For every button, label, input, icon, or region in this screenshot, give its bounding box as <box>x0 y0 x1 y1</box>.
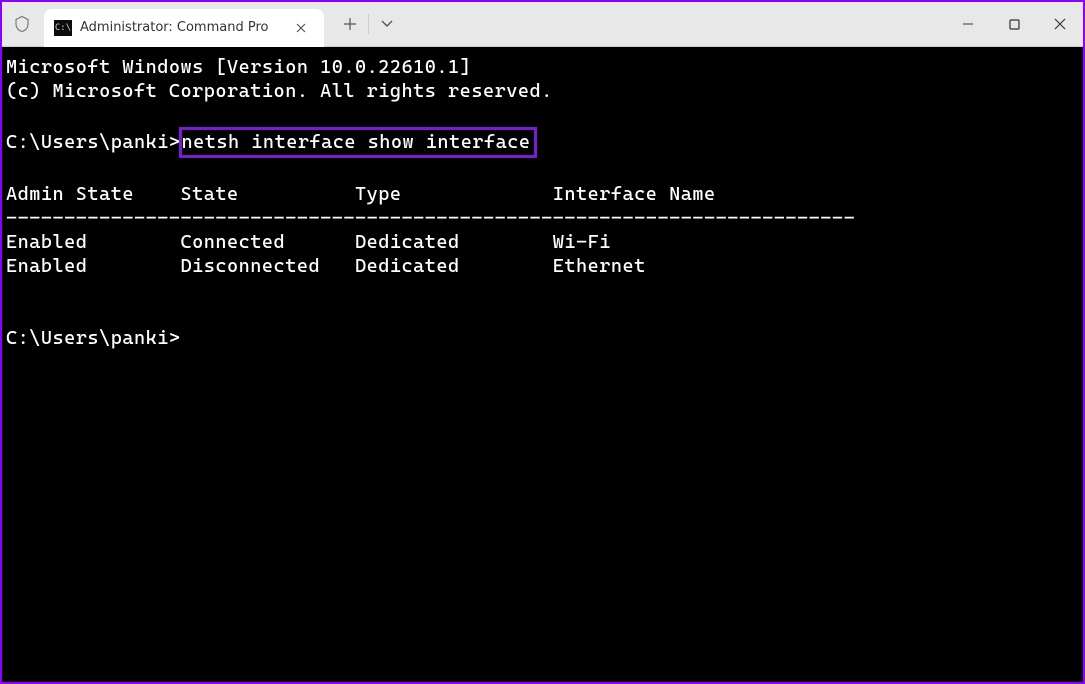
titlebar: C:\ Administrator: Command Pro <box>2 2 1083 47</box>
highlighted-command: netsh interface show interface <box>179 127 538 157</box>
tab-command-prompt[interactable]: C:\ Administrator: Command Pro <box>44 9 324 47</box>
tab-close-button[interactable] <box>288 15 314 41</box>
table-row: Enabled Connected Dedicated Wi-Fi <box>6 231 611 253</box>
terminal-icon: C:\ <box>54 20 72 36</box>
window-controls <box>945 2 1083 47</box>
copyright-line: (c) Microsoft Corporation. All rights re… <box>6 80 553 102</box>
table-row: Enabled Disconnected Dedicated Ethernet <box>6 255 646 277</box>
tab-title: Administrator: Command Pro <box>80 20 280 35</box>
tab-dropdown-button[interactable] <box>369 9 405 39</box>
table-header: Admin State State Type Interface Name <box>6 183 716 205</box>
table-separator: ----------------------------------------… <box>6 207 855 229</box>
shield-icon <box>2 14 42 34</box>
maximize-button[interactable] <box>991 2 1037 47</box>
titlebar-actions <box>332 9 405 39</box>
version-line: Microsoft Windows [Version 10.0.22610.1] <box>6 56 471 78</box>
minimize-button[interactable] <box>945 2 991 47</box>
terminal-output[interactable]: Microsoft Windows [Version 10.0.22610.1]… <box>2 47 1083 682</box>
close-button[interactable] <box>1037 2 1083 47</box>
new-tab-button[interactable] <box>332 9 368 39</box>
prompt-1: C:\Users\panki> <box>6 131 181 153</box>
prompt-2: C:\Users\panki> <box>6 327 181 349</box>
